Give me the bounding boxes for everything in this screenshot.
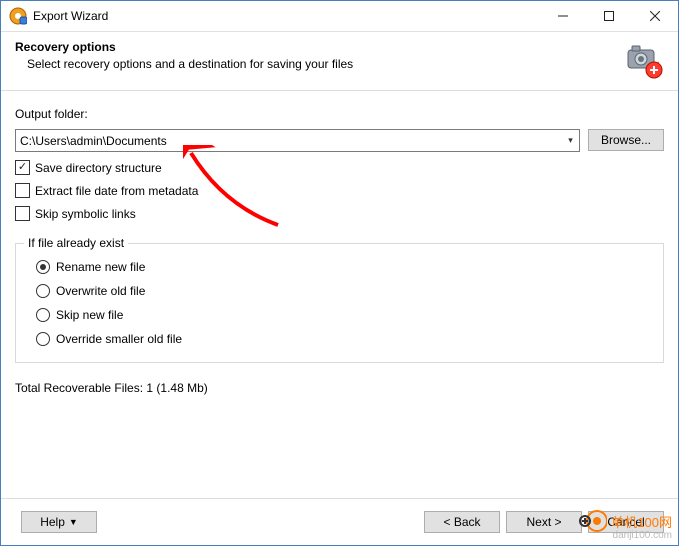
radio-icon [36, 284, 50, 298]
radio-skip[interactable]: Skip new file [36, 308, 651, 322]
radio-label: Skip new file [56, 308, 123, 322]
radio-rename[interactable]: Rename new file [36, 260, 651, 274]
camera-export-icon [624, 40, 664, 80]
checkbox-label: Save directory structure [35, 161, 162, 175]
radio-override-smaller[interactable]: Override smaller old file [36, 332, 651, 346]
wizard-header: Recovery options Select recovery options… [1, 32, 678, 91]
watermark: 单机100网 danji100.com [579, 510, 672, 541]
extract-date-checkbox[interactable]: Extract file date from metadata [15, 183, 580, 198]
skip-symlinks-checkbox[interactable]: Skip symbolic links [15, 206, 580, 221]
back-button[interactable]: < Back [424, 511, 500, 533]
browse-button[interactable]: Browse... [588, 129, 664, 151]
header-subtitle: Select recovery options and a destinatio… [15, 57, 616, 71]
file-exists-group: If file already exist Rename new file Ov… [15, 243, 664, 363]
checkbox-label: Skip symbolic links [35, 207, 136, 221]
app-icon [9, 7, 27, 25]
help-label: Help [40, 515, 65, 529]
total-recoverable-label: Total Recoverable Files: 1 (1.48 Mb) [15, 381, 664, 395]
maximize-button[interactable] [586, 1, 632, 31]
radio-label: Override smaller old file [56, 332, 182, 346]
caret-down-icon: ▼ [69, 517, 78, 527]
minimize-button[interactable] [540, 1, 586, 31]
radio-label: Overwrite old file [56, 284, 145, 298]
checkbox-icon [15, 206, 30, 221]
export-wizard-window: Export Wizard Recovery options Select re… [0, 0, 679, 546]
output-folder-combo[interactable]: ▾ [15, 129, 580, 152]
watermark-logo-icon [579, 510, 607, 532]
header-title: Recovery options [15, 40, 616, 54]
chevron-down-icon[interactable]: ▾ [562, 135, 579, 146]
radio-icon [36, 308, 50, 322]
radio-overwrite[interactable]: Overwrite old file [36, 284, 651, 298]
wizard-content: Output folder: ▾ Save directory structur… [1, 91, 678, 395]
window-title: Export Wizard [33, 9, 540, 23]
save-directory-checkbox[interactable]: Save directory structure [15, 160, 580, 175]
group-legend: If file already exist [24, 236, 128, 250]
checkbox-icon [15, 183, 30, 198]
radio-label: Rename new file [56, 260, 145, 274]
titlebar: Export Wizard [1, 1, 678, 32]
checkbox-icon [15, 160, 30, 175]
checkbox-label: Extract file date from metadata [35, 184, 198, 198]
radio-icon [36, 332, 50, 346]
output-folder-input[interactable] [16, 131, 562, 150]
close-button[interactable] [632, 1, 678, 31]
wizard-footer: Help ▼ < Back Next > Cancel [1, 498, 678, 545]
radio-icon [36, 260, 50, 274]
output-folder-label: Output folder: [15, 107, 664, 121]
watermark-text: 单机100网 [611, 512, 672, 531]
help-button[interactable]: Help ▼ [21, 511, 97, 533]
next-button[interactable]: Next > [506, 511, 582, 533]
